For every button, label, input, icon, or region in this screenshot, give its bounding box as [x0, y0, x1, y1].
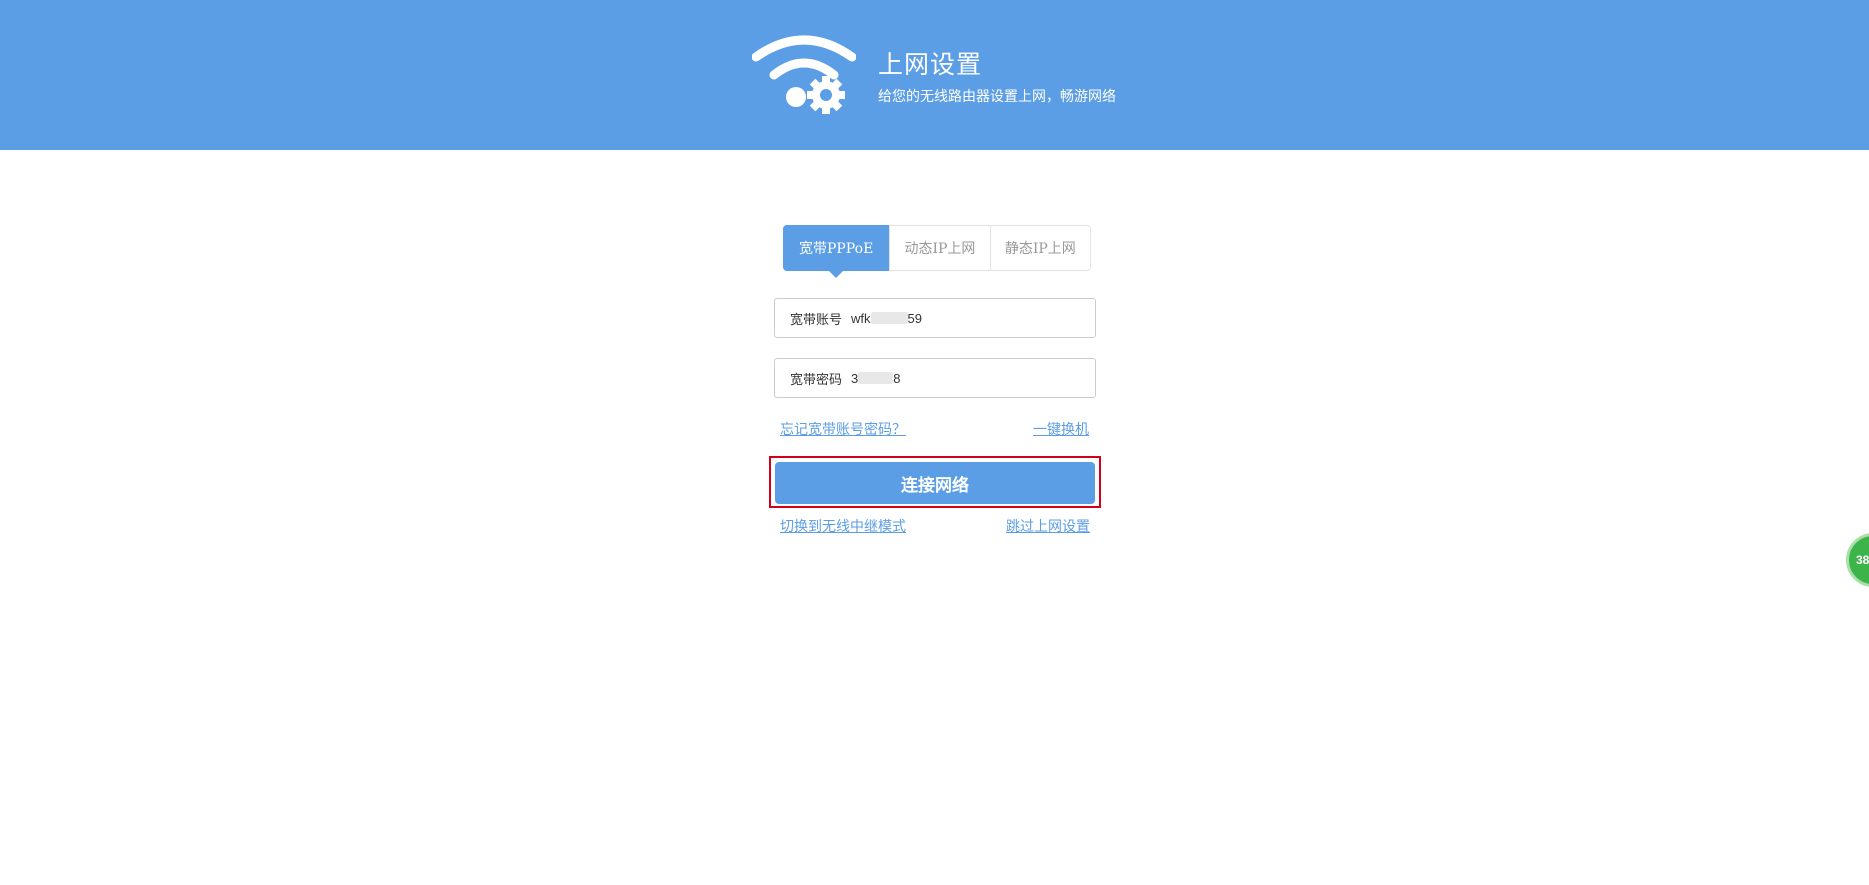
tab-static-ip[interactable]: 静态IP上网 — [989, 226, 1090, 270]
page-header: 上网设置 给您的无线路由器设置上网，畅游网络 — [0, 0, 1869, 150]
redacted-text — [870, 312, 908, 324]
password-value-suffix: 8 — [893, 370, 901, 386]
forgot-account-link[interactable]: 忘记宽带账号密码？ — [780, 419, 906, 439]
redacted-text — [858, 372, 894, 384]
page-title: 上网设置 — [878, 51, 983, 79]
connection-type-tabs: 宽带PPPoE 动态IP上网 静态IP上网 — [783, 225, 1091, 278]
page-subtitle: 给您的无线路由器设置上网，畅游网络 — [878, 88, 1116, 104]
tab-static-ip-label: 静态IP上网 — [1004, 241, 1076, 257]
password-value: 3 8 — [851, 371, 900, 386]
account-value-prefix: wfk — [851, 310, 871, 326]
skip-setup-link[interactable]: 跳过上网设置 — [1006, 516, 1090, 536]
tab-dynamic-ip[interactable]: 动态IP上网 — [889, 226, 989, 270]
tab-pppoe-label: 宽带PPPoE — [798, 241, 874, 257]
active-tab-caret — [829, 271, 844, 278]
floating-badge[interactable]: 38 — [1846, 533, 1869, 587]
tab-pppoe[interactable]: 宽带PPPoE — [783, 225, 890, 278]
password-value-prefix: 3 — [851, 370, 859, 386]
account-label: 宽带账号 — [790, 311, 843, 327]
password-field[interactable]: 宽带密码 3 8 — [774, 358, 1096, 398]
one-key-swap-link[interactable]: 一键换机 — [1033, 419, 1089, 439]
tab-dynamic-ip-label: 动态IP上网 — [904, 241, 976, 257]
switch-repeater-link[interactable]: 切换到无线中继模式 — [780, 516, 906, 536]
wifi-gear-icon — [752, 35, 856, 114]
password-label: 宽带密码 — [790, 371, 843, 387]
account-field[interactable]: 宽带账号 wfk 59 — [774, 298, 1096, 338]
connect-button[interactable]: 连接网络 — [775, 462, 1095, 504]
account-value: wfk 59 — [851, 311, 922, 326]
account-value-suffix: 59 — [907, 310, 922, 326]
